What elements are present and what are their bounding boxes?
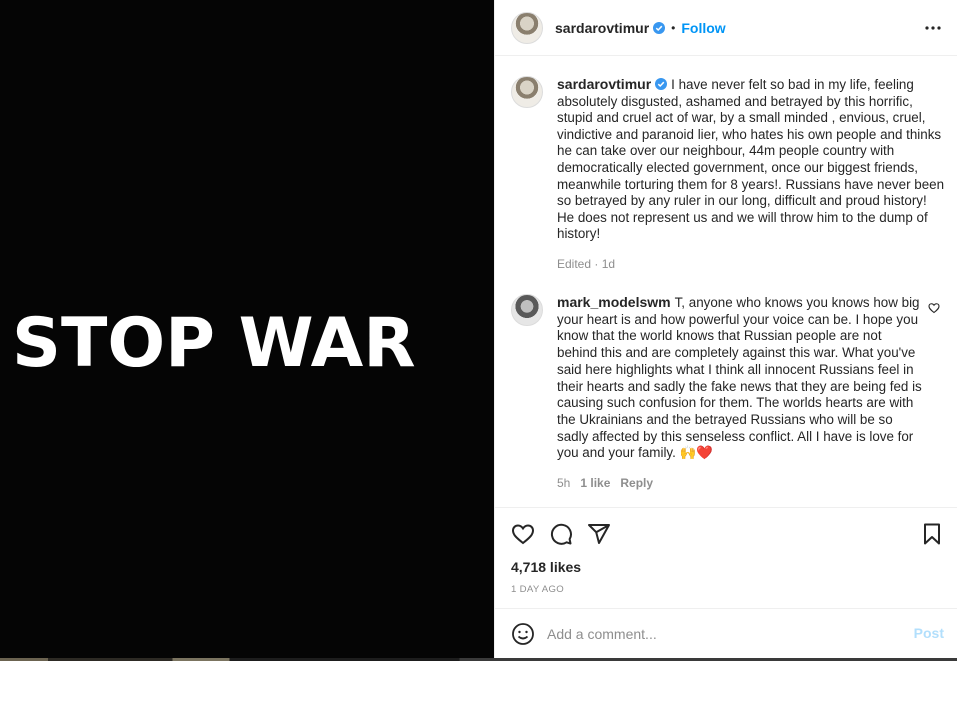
post-side-panel: sardarovtimur • Follow sardarovtimur I ha… (494, 0, 957, 658)
commenter-avatar[interactable] (511, 294, 543, 326)
comment-likes[interactable]: 1 like (580, 475, 610, 492)
share-icon[interactable] (587, 522, 611, 546)
add-comment-bar: Post (495, 608, 957, 658)
comment-text: T, anyone who knows you knows how big yo… (557, 295, 922, 461)
verified-icon (653, 21, 666, 34)
comment-actions: 5h 1 like Reply (557, 475, 923, 492)
likes-count[interactable]: 4,718 likes (511, 559, 581, 575)
post-action-icons (511, 522, 611, 546)
commenter-username[interactable]: mark_modelswm (557, 294, 671, 310)
heart-icon[interactable] (928, 302, 940, 314)
more-icon[interactable] (924, 19, 942, 37)
post-comment-button[interactable]: Post (914, 625, 944, 641)
heart-icon[interactable] (511, 522, 535, 546)
image-overlay-text: STOP WAR (12, 304, 416, 383)
post-header: sardarovtimur • Follow (495, 0, 957, 56)
bookmark-icon (924, 523, 940, 545)
comment-input[interactable] (547, 625, 887, 642)
caption-text: I have never felt so bad in my life, fee… (557, 77, 945, 242)
post-actions-bar: 4,718 likes 1 DAY AGO (495, 507, 957, 608)
caption-avatar[interactable] (511, 76, 543, 108)
post-container: STOP WAR sardarovtimur • Follow sardarov… (0, 0, 957, 658)
caption-body: sardarovtimur I have never felt so bad in… (557, 76, 947, 273)
follow-button[interactable]: Follow (681, 20, 725, 36)
comment-body: mark_modelswm T, anyone who knows you kno… (557, 294, 923, 492)
caption-meta: Edited · 1d (557, 256, 616, 271)
bookmark-button[interactable] (920, 522, 944, 551)
author-username[interactable]: sardarovtimur (555, 20, 649, 36)
comment-icon[interactable] (549, 522, 573, 546)
reply-button[interactable]: Reply (620, 475, 653, 492)
post-date[interactable]: 1 DAY AGO (511, 584, 564, 595)
below-strip (0, 658, 957, 661)
comment-time[interactable]: 5h (557, 475, 570, 492)
author-avatar[interactable] (511, 11, 543, 44)
separator-dot: • (671, 20, 676, 35)
post-image[interactable]: STOP WAR (0, 0, 494, 658)
comment-item: mark_modelswm T, anyone who knows you kno… (511, 294, 947, 492)
below-area (0, 658, 957, 718)
emoji-icon[interactable] (511, 622, 535, 646)
verified-icon (655, 78, 668, 90)
post-caption: sardarovtimur I have never felt so bad in… (511, 76, 947, 273)
caption-username[interactable]: sardarovtimur (557, 76, 651, 92)
